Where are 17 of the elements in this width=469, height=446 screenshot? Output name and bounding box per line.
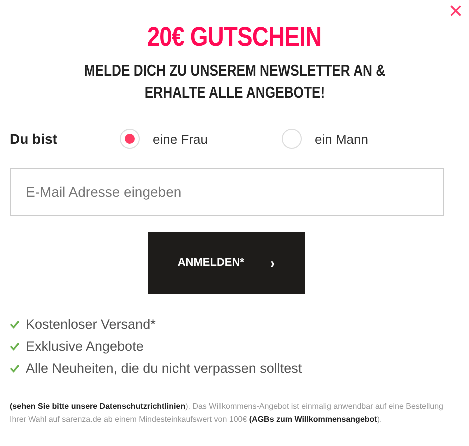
radio-button[interactable] xyxy=(120,129,140,149)
check-icon xyxy=(10,364,20,373)
newsletter-heading: MELDE DICH ZU UNSEREM NEWSLETTER AN & ERHALTE ALLE ANGEBOTE! xyxy=(82,62,386,104)
radio-label[interactable]: ein Mann xyxy=(315,132,368,146)
benefit-text: Exklusive Angebote xyxy=(26,338,144,355)
chevron-icon: › xyxy=(270,255,276,271)
voucher-title: 20€ GUTSCHEIN xyxy=(146,22,323,53)
benefit-text: Kostenloser Versand* xyxy=(26,316,156,333)
disclaimer-text: (sehen Sie bitte unsere Datenschutzrichtlinien). Das Willkommens-Angebot ist einmalig anwendbar auf eine Bestellung Ihrer Wahl auf sarenza.de ab einem Mindesteinkaufswert von 100€ (AGBs zum Willkommensangebot). xyxy=(10,401,444,426)
email-field[interactable]: E-Mail Adresse eingeben xyxy=(10,168,444,216)
radio-button[interactable] xyxy=(282,129,302,149)
radio-label[interactable]: eine Frau xyxy=(153,132,208,146)
check-icon xyxy=(10,320,20,329)
check-icon xyxy=(10,342,20,351)
benefit-text: Alle Neuheiten, die du nicht verpassen solltest xyxy=(26,360,302,377)
subscribe-button[interactable]: ANMELDEN* › xyxy=(148,232,305,294)
gender-label: Du bist xyxy=(10,131,58,147)
